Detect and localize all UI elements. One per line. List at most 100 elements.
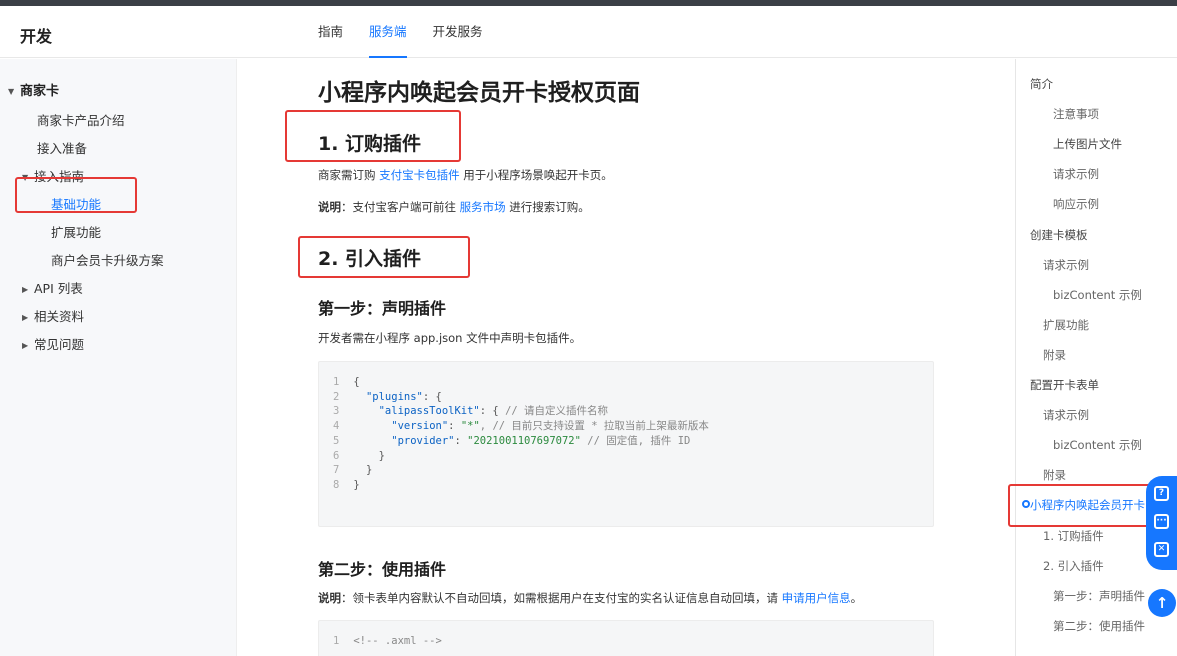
sidebar-section-label: 商家卡: [20, 84, 60, 99]
toc-item[interactable]: bizContent 示例: [1053, 437, 1142, 453]
line-number: 5: [333, 434, 340, 447]
sidebar-section-merchant-card[interactable]: ▼ 商家卡: [8, 80, 59, 99]
sidebar-item-label: 接入指南: [34, 169, 85, 184]
toc-item[interactable]: 请求示例: [1053, 166, 1099, 182]
text: ：领卡表单内容默认不自动回填，如需根据用户在支付宝的实名认证信息自动回填，请: [341, 591, 782, 605]
toc-item[interactable]: 第二步：使用插件: [1053, 618, 1145, 634]
chat-icon[interactable]: ···: [1154, 514, 1169, 529]
toc-item[interactable]: 请求示例: [1043, 257, 1089, 273]
mail-icon[interactable]: ✕: [1154, 542, 1169, 557]
toc-item[interactable]: 上传图片文件: [1053, 136, 1122, 152]
line-number: 7: [333, 464, 340, 477]
code-line: 6 }: [333, 449, 385, 463]
code-line: 3 "alipassToolKit": { // 请自定义插件名称: [333, 404, 608, 418]
sidebar-item-preparation[interactable]: 接入准备: [37, 138, 87, 157]
toc-item-label: bizContent 示例: [1053, 438, 1142, 453]
line-number: 3: [333, 405, 340, 418]
code-line: 7 }: [333, 463, 372, 477]
current-position-icon: [1022, 500, 1030, 509]
code-comment: // 固定值, 插件 ID: [580, 434, 691, 447]
alipass-plugin-link[interactable]: 支付宝卡包插件: [379, 168, 460, 182]
code-block-app-json: 1 {2 "plugins": {3 "alipassToolKit": { /…: [318, 361, 934, 527]
toc-item-label: 1. 订购插件: [1043, 528, 1104, 543]
brand-title: 开发: [20, 27, 53, 46]
toc-item-label: 简介: [1030, 77, 1053, 91]
text: 进行搜索订购。: [505, 200, 590, 214]
toc-item[interactable]: 附录: [1043, 347, 1066, 363]
sidebar-item-access-guide[interactable]: ▼ 接入指南: [22, 166, 84, 185]
code-punct: : {: [422, 390, 442, 403]
toc-item[interactable]: 附录: [1043, 467, 1066, 483]
caret-right-icon: ▶: [22, 313, 29, 322]
toc-item[interactable]: 注意事项: [1053, 106, 1099, 122]
code-key: "plugins": [365, 390, 423, 403]
toc-item[interactable]: 扩展功能: [1043, 317, 1089, 333]
code-key: "version": [391, 420, 449, 433]
toc-item[interactable]: 1. 订购插件: [1043, 528, 1104, 544]
code-string: "*": [460, 420, 480, 433]
code-punct: }: [353, 478, 360, 491]
toc-item[interactable]: 请求示例: [1043, 407, 1089, 423]
toc-item[interactable]: 配置开卡表单: [1030, 377, 1099, 393]
toc-item[interactable]: 第一步：声明插件: [1053, 588, 1145, 604]
page-title: 小程序内唤起会员开卡授权页面: [318, 80, 640, 106]
sidebar-item-label: 相关资料: [34, 309, 85, 324]
toc-item[interactable]: bizContent 示例: [1053, 287, 1142, 303]
back-to-top-button[interactable]: ↑: [1148, 589, 1176, 617]
code-line: 5 "provider": "2021001107697072" // 固定值,…: [333, 434, 690, 448]
toc-item[interactable]: 创建卡模板: [1030, 227, 1088, 243]
sidebar-item-product-intro[interactable]: 商家卡产品介绍: [37, 110, 125, 129]
toc-item[interactable]: 小程序内唤起会员开卡: [1022, 497, 1145, 513]
code-line: 4 "version": "*", // 目前只支持设置 * 拉取当前上架最新版…: [333, 419, 709, 433]
toc-item[interactable]: 2. 引入插件: [1043, 558, 1104, 574]
sidebar-item-basic-features[interactable]: 基础功能: [51, 194, 101, 213]
toc-item-label: 创建卡模板: [1030, 227, 1088, 242]
tab-server[interactable]: 服务端: [369, 6, 407, 58]
help-icon[interactable]: ?: [1154, 486, 1169, 501]
sidebar-item-extended-features[interactable]: 扩展功能: [51, 222, 101, 241]
top-header: 开发 指南 服务端 开发服务: [0, 6, 1177, 58]
code-comment: <!-- .axml -->: [353, 635, 442, 647]
apply-user-info-link[interactable]: 申请用户信息: [782, 591, 851, 605]
caret-down-icon: ▼: [8, 87, 15, 96]
toc-item-label: 请求示例: [1043, 257, 1089, 272]
text: 用于小程序场景唤起开卡页。: [459, 168, 613, 182]
code-key: "provider": [391, 434, 455, 447]
step2-heading: 第二步：使用插件: [318, 560, 447, 579]
text: 。: [850, 591, 863, 605]
toc-item[interactable]: 简介: [1030, 76, 1053, 92]
text: 商家需订购: [318, 168, 380, 182]
code-punct: }: [378, 449, 385, 462]
toc-item[interactable]: 响应示例: [1053, 196, 1099, 212]
code-line: 2 "plugins": {: [333, 390, 442, 404]
toc-item-label: 请求示例: [1053, 167, 1099, 182]
tab-guide[interactable]: 指南: [318, 6, 343, 58]
sidebar-item-related-docs[interactable]: ▶ 相关资料: [22, 306, 84, 325]
toc-item-label: bizContent 示例: [1053, 287, 1142, 302]
section-heading-subscribe: 1. 订购插件: [318, 133, 422, 155]
caret-down-icon: ▼: [22, 173, 29, 182]
top-nav: 指南 服务端 开发服务: [318, 6, 509, 58]
note-label: 说明: [318, 200, 341, 214]
line-number: 2: [333, 390, 340, 403]
note-label: 说明: [318, 591, 341, 605]
left-sidebar: ▼ 商家卡 商家卡产品介绍 接入准备 ▼ 接入指南 基础功能 扩展功能 商户会员卡升…: [0, 59, 237, 656]
toc-item-label: 附录: [1043, 347, 1066, 362]
code-punct: }: [365, 464, 373, 477]
tab-dev-services[interactable]: 开发服务: [433, 6, 483, 58]
toc-item-label: 附录: [1043, 468, 1066, 483]
sidebar-item-faq[interactable]: ▶ 常见问题: [22, 334, 84, 353]
toc-item-label: 2. 引入插件: [1043, 558, 1104, 573]
toc-item-label: 扩展功能: [1043, 317, 1089, 332]
line-number: 1: [333, 376, 340, 388]
code-comment: , // 目前只支持设置 * 拉取当前上架最新版本: [479, 420, 709, 433]
toc-item-label: 第二步：使用插件: [1053, 618, 1145, 633]
step2-note: 说明：领卡表单内容默认不自动回填，如需根据用户在支付宝的实名认证信息自动回填，请…: [318, 590, 862, 606]
sidebar-item-label: 常见问题: [34, 337, 85, 352]
sidebar-item-api-list[interactable]: ▶ API 列表: [22, 278, 83, 297]
line-number: 1: [333, 635, 340, 647]
sidebar-item-upgrade-plan[interactable]: 商户会员卡升级方案: [51, 250, 164, 269]
step1-description: 开发者需在小程序 app.json 文件中声明卡包插件。: [318, 331, 582, 345]
service-market-link[interactable]: 服务市场: [460, 200, 506, 214]
code-punct: : {: [479, 405, 506, 418]
